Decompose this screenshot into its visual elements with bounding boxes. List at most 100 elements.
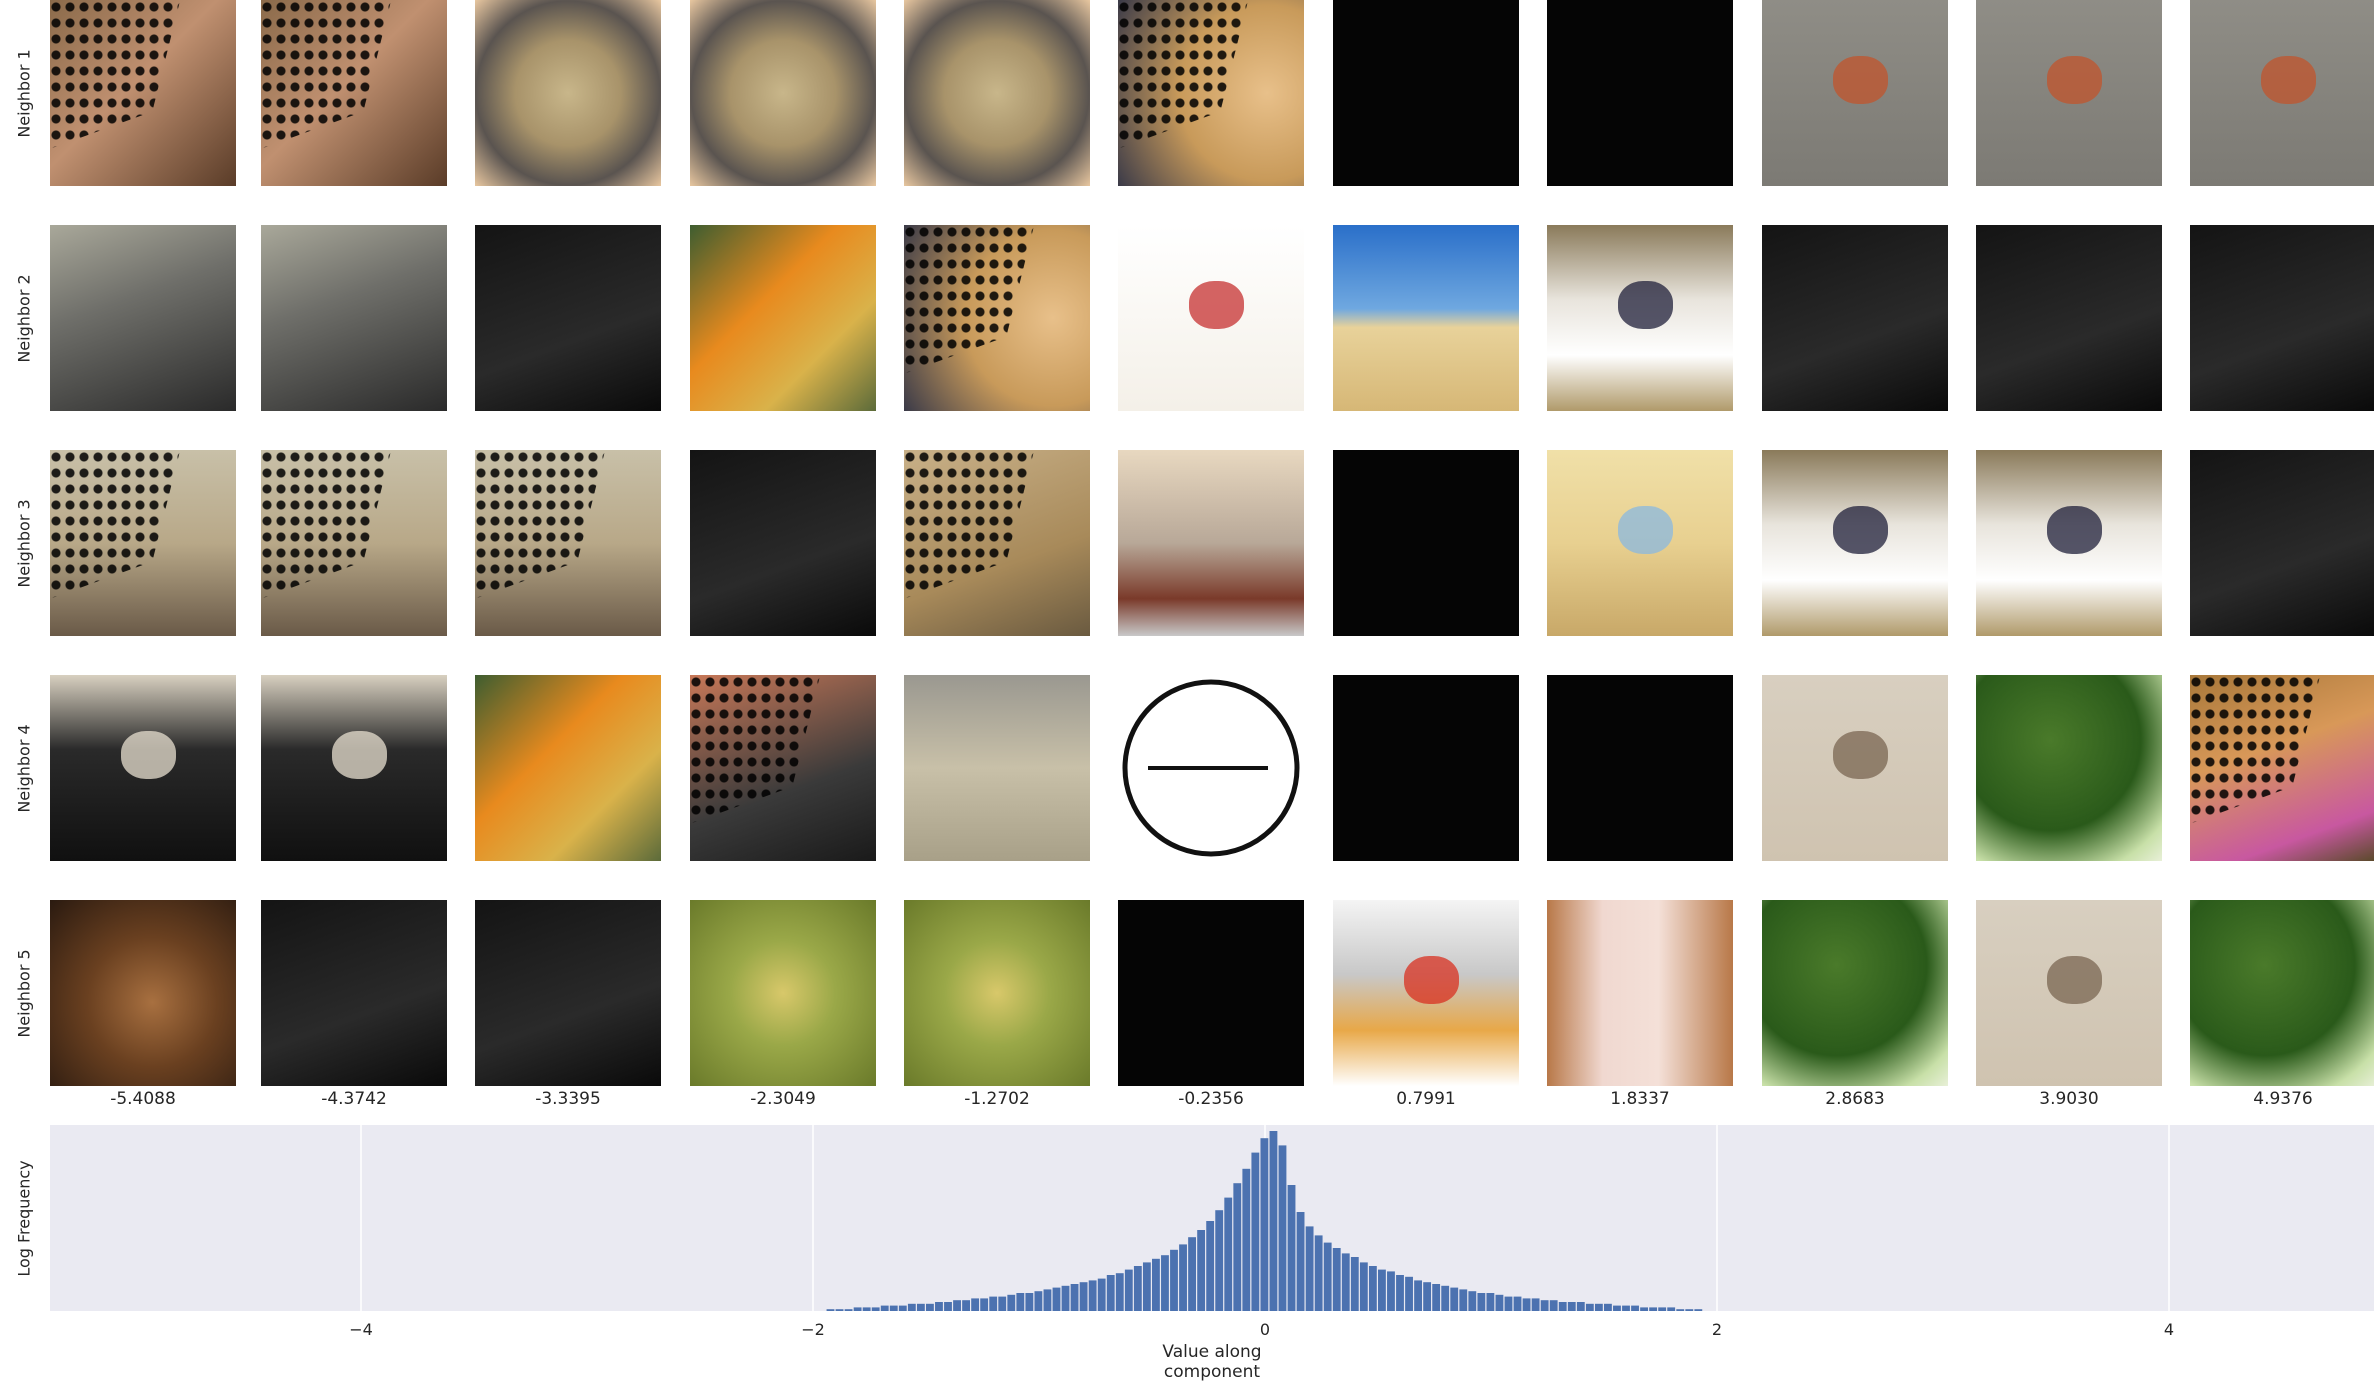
- image-tile-merganser-duck: [2190, 0, 2374, 186]
- histogram-bar: [1513, 1296, 1522, 1311]
- histogram-bar: [1124, 1269, 1133, 1311]
- histogram-bar: [907, 1303, 916, 1311]
- image-tile-barbell-masked: [690, 675, 876, 861]
- patch-mask: [690, 675, 821, 824]
- histogram-bar: [871, 1307, 880, 1311]
- subject-shape: [1832, 505, 1889, 555]
- histogram-bar: [1540, 1300, 1549, 1311]
- row-label-text: Neighbor 3: [14, 498, 34, 588]
- histogram-bar: [1161, 1255, 1169, 1311]
- histogram-bar: [1233, 1183, 1242, 1311]
- histogram-bar: [1025, 1293, 1034, 1311]
- patch-mask: [904, 450, 1035, 599]
- subject-shape: [2046, 55, 2103, 105]
- histogram-bar: [1604, 1303, 1612, 1311]
- histogram-bar: [1296, 1212, 1305, 1311]
- image-tile-dark: [1547, 0, 1733, 186]
- patch-mask: [1118, 0, 1249, 149]
- histogram-bar: [835, 1309, 844, 1311]
- image-tile-terrier-dog: [1762, 450, 1948, 636]
- histogram-bar: [1070, 1284, 1079, 1311]
- histogram-bar: [1631, 1305, 1639, 1311]
- subject-shape: [1832, 730, 1889, 780]
- histogram-bar: [980, 1298, 989, 1311]
- image-tile-typewriter: [261, 675, 447, 861]
- image-tile-stopwatch-dial: [1118, 675, 1304, 861]
- image-tile-canvas-bag: [904, 675, 1090, 861]
- image-tile-seal-masked: [261, 450, 447, 636]
- subject-shape: [2046, 955, 2103, 1005]
- column-value-label: -2.3049: [750, 1089, 816, 1109]
- image-tile-butternut-squash: [690, 225, 876, 411]
- histogram-bar: [1197, 1230, 1206, 1311]
- patch-mask: [2190, 675, 2321, 824]
- histogram-bar: [1287, 1185, 1296, 1311]
- image-tile-dark-masked: [2190, 225, 2374, 411]
- histogram-panel: [50, 1125, 2374, 1311]
- image-tile-belt-buckle: [904, 0, 1090, 186]
- y-axis-title: Log Frequency: [4, 1125, 44, 1311]
- histogram-bar: [889, 1305, 898, 1311]
- column-value-label: 3.9030: [2039, 1089, 2099, 1109]
- row-label-text: Neighbor 5: [14, 948, 34, 1038]
- image-tile-bicycle-masked: [904, 450, 1090, 636]
- image-tile-dog-fur-masked: [50, 0, 236, 186]
- image-tile-butternut-squash: [475, 675, 661, 861]
- image-tile-broccoli: [1976, 675, 2162, 861]
- stopwatch-face: [1122, 679, 1300, 857]
- patch-mask: [50, 450, 181, 599]
- histogram-bar: [1486, 1293, 1495, 1311]
- image-tile-broccoli: [2190, 900, 2374, 1086]
- subject-shape: [1403, 955, 1460, 1005]
- image-tile-artichoke: [904, 900, 1090, 1086]
- histogram-bar: [1314, 1235, 1323, 1311]
- histogram-bar: [1242, 1168, 1251, 1311]
- image-tile-waffle-maker: [1333, 900, 1519, 1086]
- histogram-bar: [1007, 1294, 1016, 1311]
- histogram-bar: [898, 1305, 907, 1311]
- image-tile-camel: [1976, 900, 2162, 1086]
- image-tile-dark-masked: [475, 225, 661, 411]
- histogram-bar: [1567, 1302, 1576, 1311]
- histogram-bar: [1414, 1280, 1422, 1311]
- subject-shape: [2260, 55, 2317, 105]
- histogram-bar: [1622, 1305, 1630, 1311]
- histogram-bar: [1179, 1244, 1187, 1311]
- histogram-bar: [1387, 1271, 1395, 1311]
- histogram-bar: [998, 1296, 1007, 1311]
- image-tile-dark-masked: [2190, 450, 2374, 636]
- histogram-bar: [1152, 1258, 1160, 1311]
- histogram-bar: [1016, 1293, 1025, 1311]
- image-tile-typewriter: [50, 675, 236, 861]
- histogram-bar: [1450, 1287, 1459, 1311]
- image-tile-dark: [1118, 900, 1304, 1086]
- histogram-bar: [880, 1305, 889, 1311]
- image-tile-dark: [1333, 0, 1519, 186]
- image-tile-cat-flowers-masked: [2190, 675, 2374, 861]
- image-tile-dark: [1333, 675, 1519, 861]
- histogram-bar: [1350, 1257, 1359, 1311]
- y-axis-title-text: Log Frequency: [14, 1159, 34, 1277]
- image-tile-artichoke: [690, 900, 876, 1086]
- subject-shape: [2046, 505, 2103, 555]
- column-value-label: 1.8337: [1610, 1089, 1670, 1109]
- histogram-bar: [1215, 1210, 1224, 1311]
- histogram-bar: [1088, 1280, 1097, 1311]
- histogram-bar: [1106, 1275, 1115, 1311]
- patch-mask: [904, 225, 1035, 374]
- image-tile-dark: [1547, 675, 1733, 861]
- image-tile-dark-masked: [1762, 225, 1948, 411]
- figure: Neighbor 1 Neighbor 2 Neighbor 3 Neighbor 4…: [0, 0, 2374, 1382]
- histogram-bar: [935, 1302, 943, 1311]
- column-value-label: 0.7991: [1396, 1089, 1456, 1109]
- subject-shape: [1617, 280, 1674, 330]
- histogram-bar: [1640, 1307, 1648, 1311]
- histogram-bar: [1558, 1302, 1567, 1311]
- column-value-label: 4.9376: [2253, 1089, 2313, 1109]
- image-tile-baby-crib: [1547, 450, 1733, 636]
- histogram-bar: [1423, 1282, 1432, 1311]
- histogram-bar: [989, 1296, 998, 1311]
- histogram-bar: [1278, 1145, 1287, 1311]
- histogram-bar: [1576, 1302, 1585, 1311]
- image-tile-wall-clock-masked: [904, 225, 1090, 411]
